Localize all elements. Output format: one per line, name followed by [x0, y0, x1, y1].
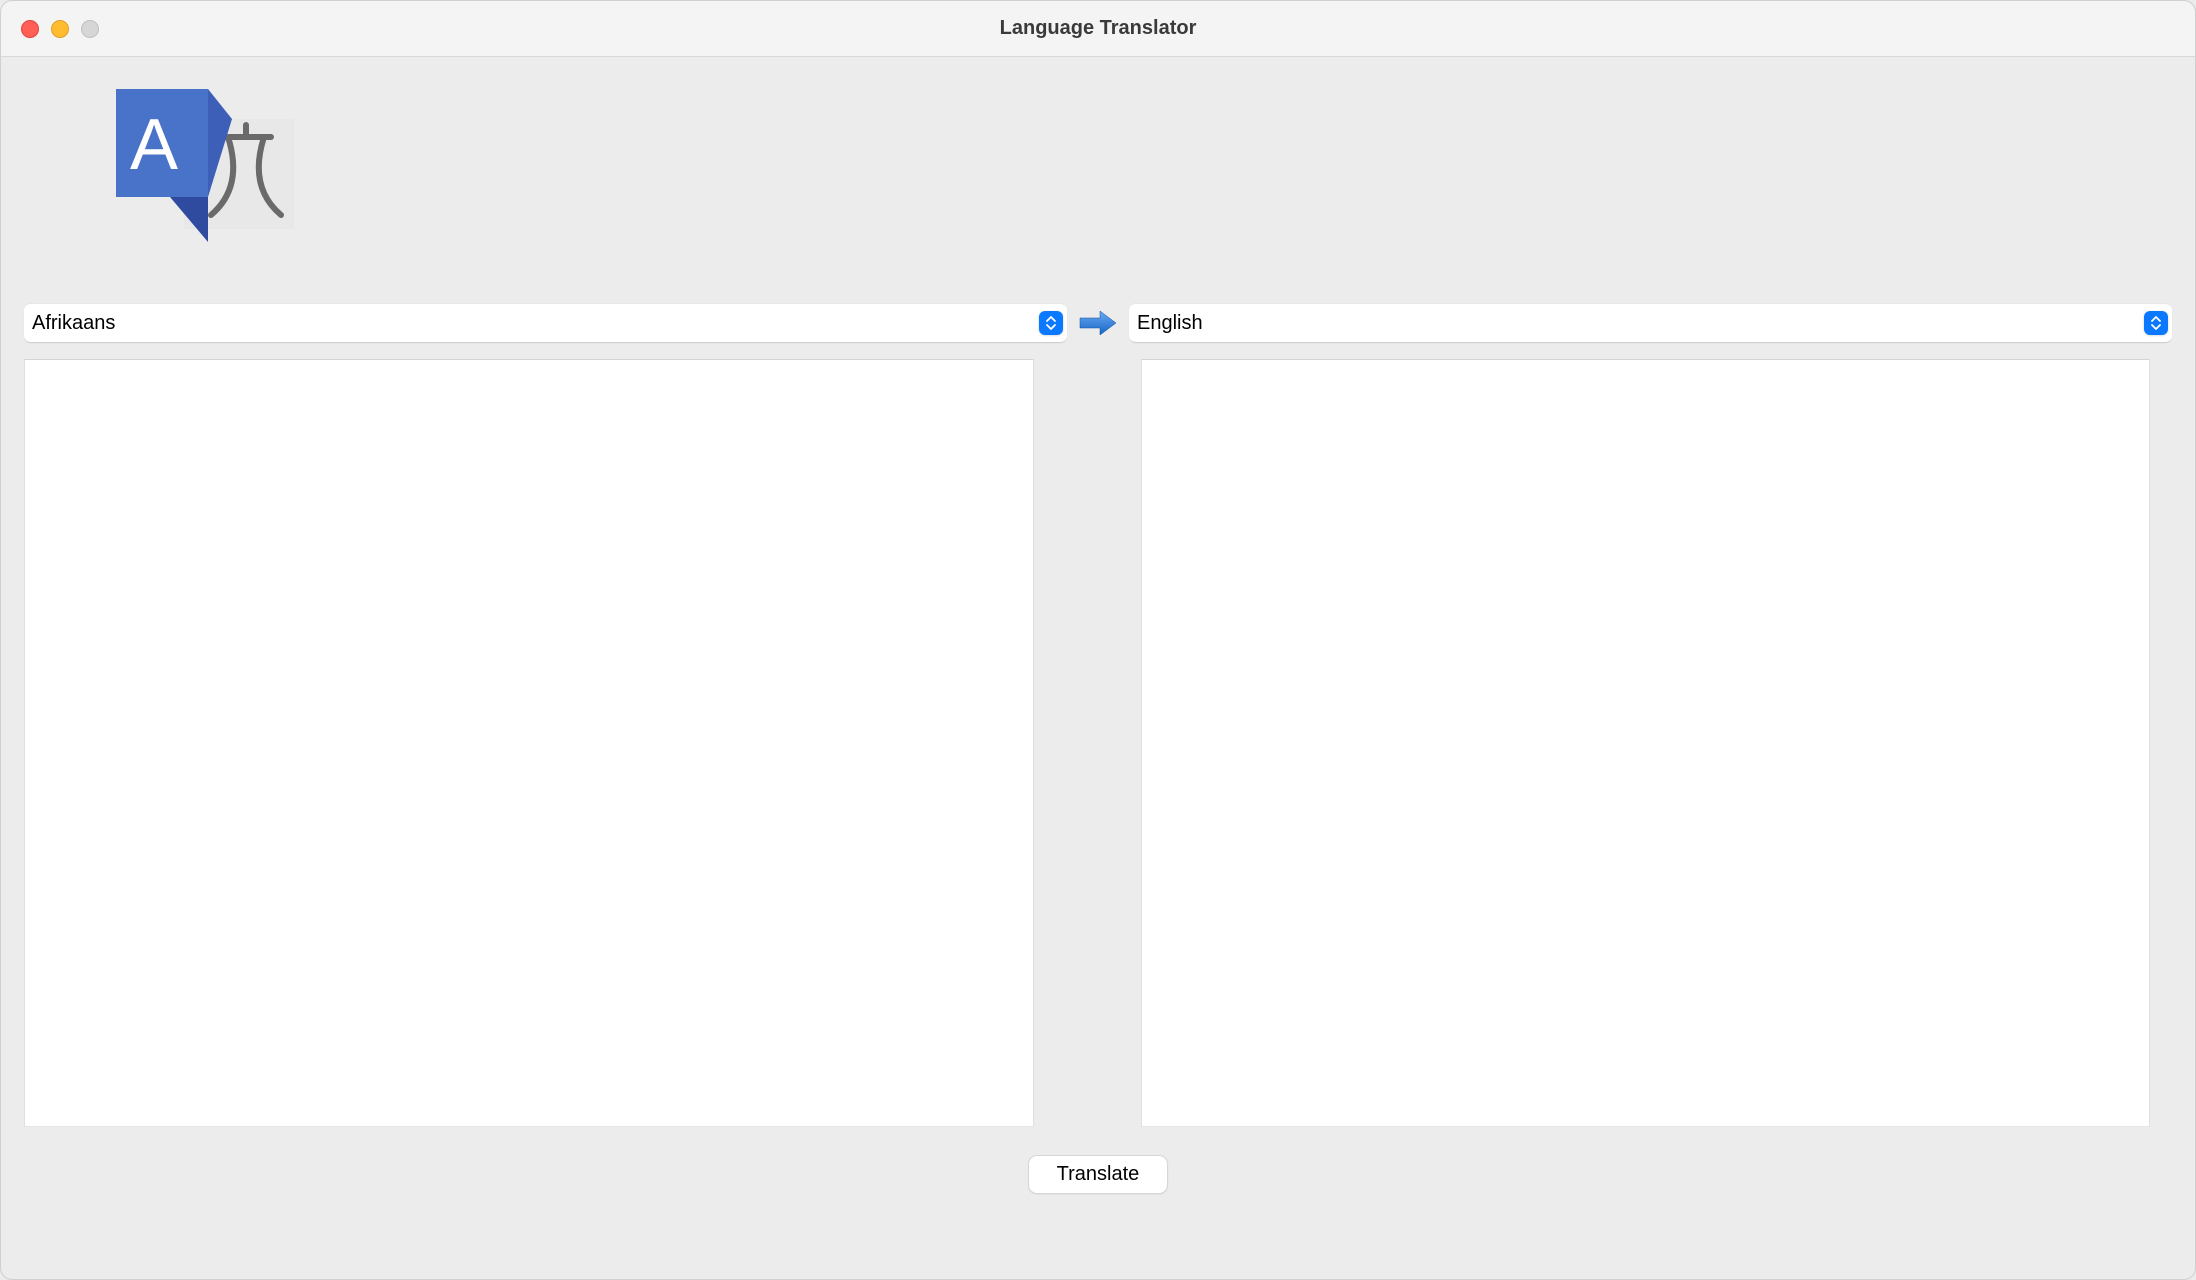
source-language-select[interactable]: Afrikaans — [24, 303, 1067, 343]
chevron-up-down-icon — [1039, 311, 1063, 335]
language-selectors-row: Afrikaans — [21, 303, 2175, 343]
titlebar: Language Translator — [1, 1, 2195, 57]
direction-arrow-icon — [1077, 308, 1119, 338]
source-text-area[interactable] — [24, 359, 1034, 1127]
target-language-select[interactable]: English — [1129, 303, 2172, 343]
app-window: Language Translator — [0, 0, 2196, 1280]
zoom-button — [81, 20, 99, 38]
content-area: A Afrikaans — [1, 57, 2195, 1279]
text-areas-row — [21, 359, 2175, 1127]
traffic-lights — [1, 20, 99, 38]
button-row: Translate — [21, 1155, 2175, 1214]
svg-text:A: A — [130, 105, 178, 185]
window-title: Language Translator — [1000, 17, 1197, 40]
target-language-label: English — [1137, 312, 2144, 335]
translate-app-icon: A — [116, 87, 294, 265]
chevron-up-down-icon — [2144, 311, 2168, 335]
target-text-area[interactable] — [1141, 359, 2151, 1127]
target-text-wrap — [1141, 359, 2173, 1127]
target-scrollbar[interactable] — [2150, 359, 2172, 1127]
app-icon-container: A — [21, 87, 2175, 265]
minimize-button[interactable] — [51, 20, 69, 38]
source-text-wrap — [24, 359, 1056, 1127]
close-button[interactable] — [21, 20, 39, 38]
source-language-label: Afrikaans — [32, 312, 1039, 335]
source-scrollbar[interactable] — [1034, 359, 1056, 1127]
translate-button[interactable]: Translate — [1028, 1155, 1169, 1194]
